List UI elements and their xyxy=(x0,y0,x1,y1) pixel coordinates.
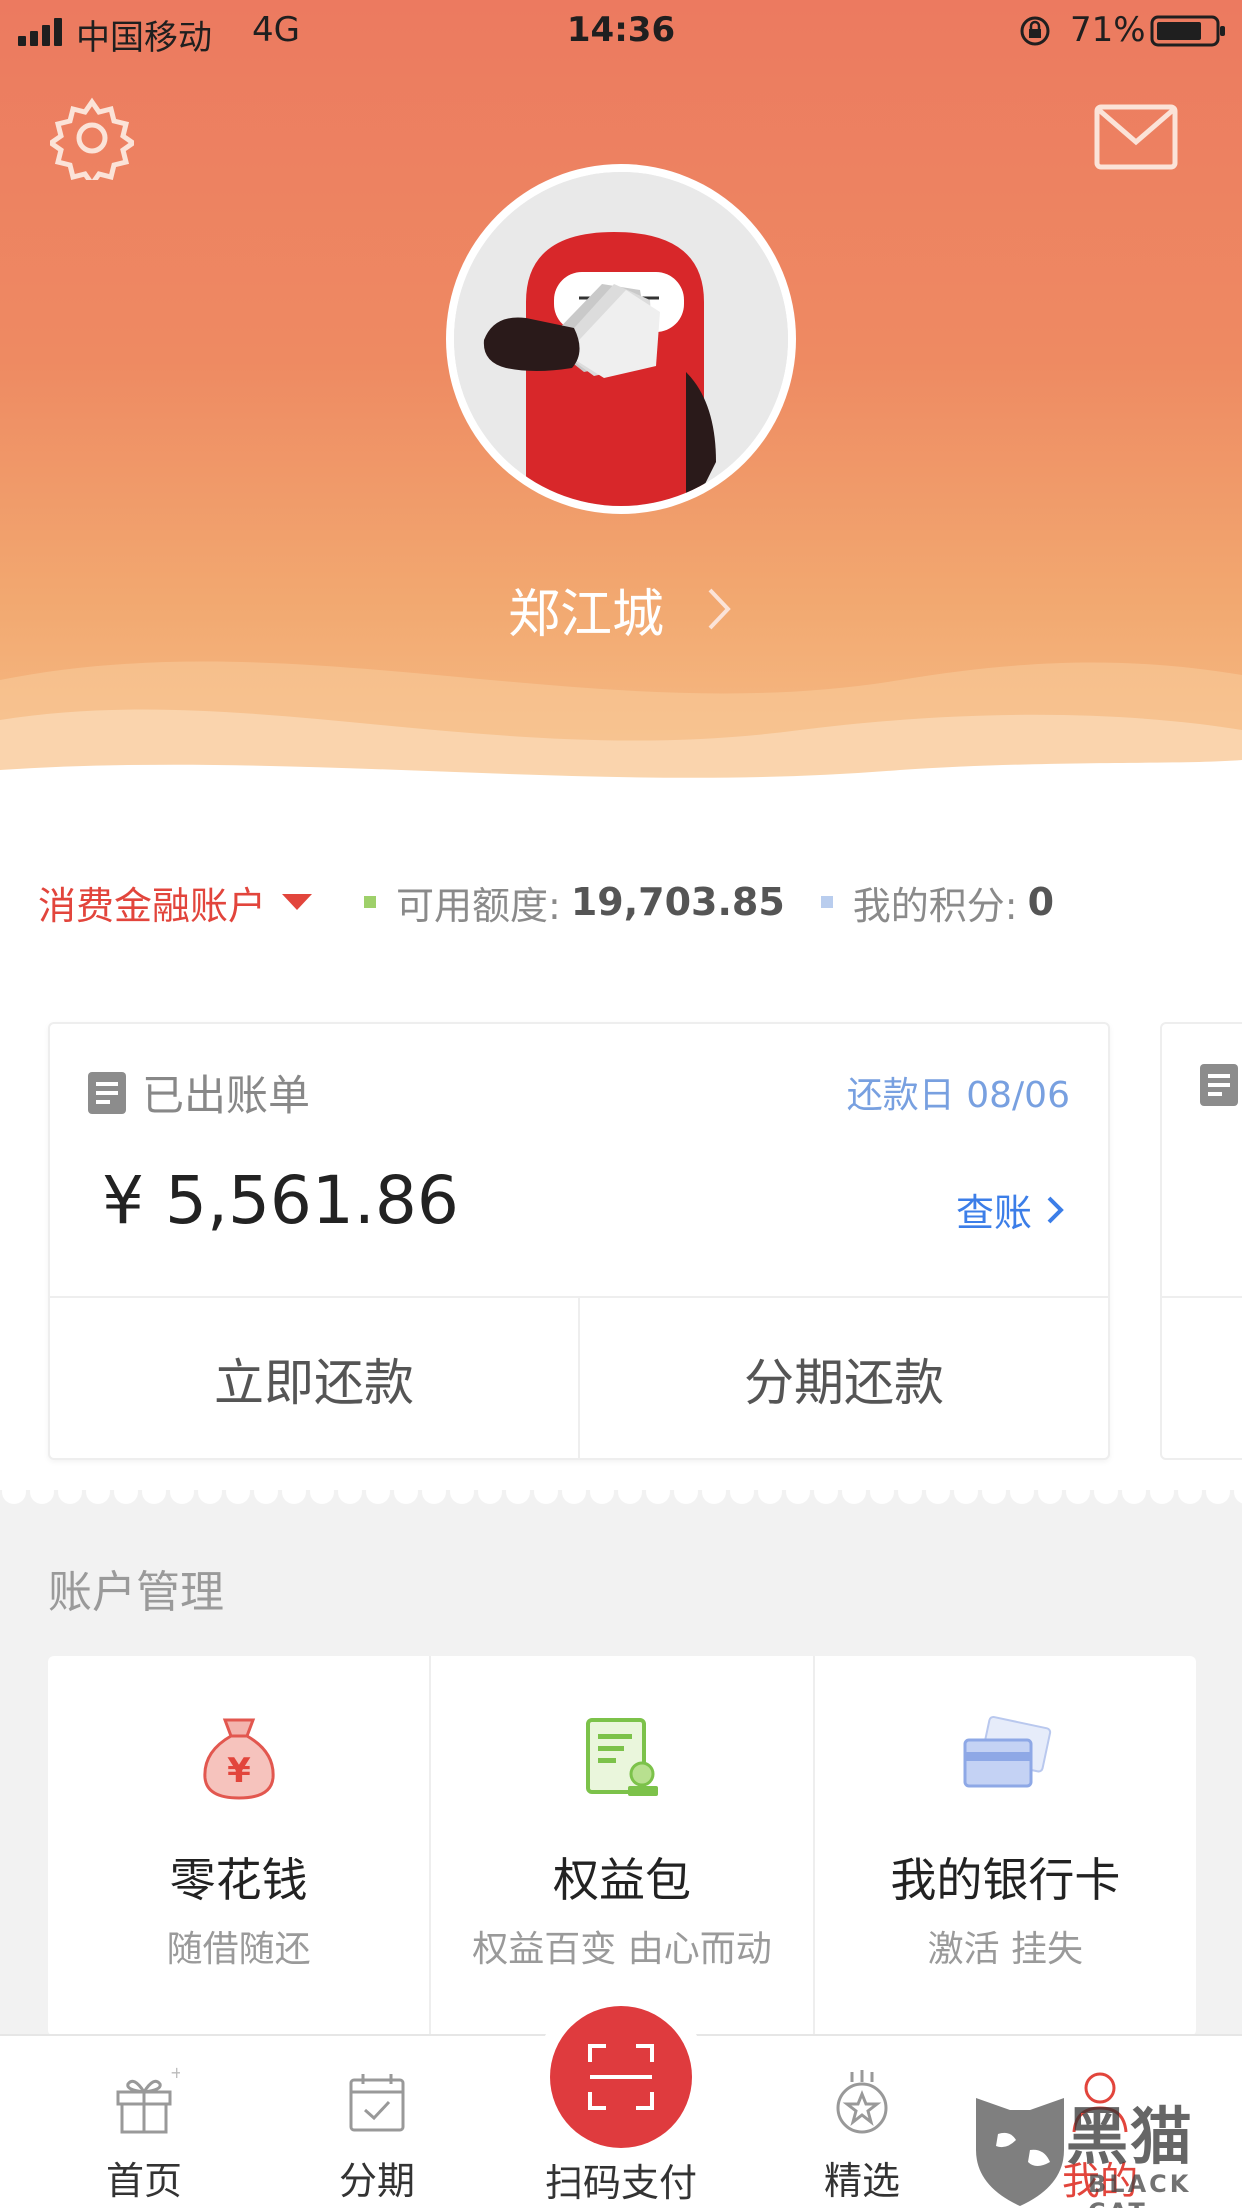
mascot-illustration xyxy=(454,172,788,506)
grid-item-label: 权益包 xyxy=(552,1853,691,1907)
benefit-doc-icon xyxy=(585,1718,658,1796)
bill-card[interactable]: 已出账单 还款日 08/06 ¥ 5,561.86 查账 立即还款 分期还款 xyxy=(48,1022,1110,1460)
bill-card-title: 已出账单 xyxy=(86,1062,310,1123)
next-card-peek[interactable] xyxy=(1160,1022,1242,1460)
settings-gear-icon[interactable] xyxy=(50,96,134,180)
watermark-subtext: BLACK CAT xyxy=(1088,2170,1192,2208)
username: 郑江城 xyxy=(507,584,664,645)
calendar-icon xyxy=(349,2074,405,2132)
grid-item-label: 零花钱 xyxy=(169,1853,308,1907)
bank-card-icon xyxy=(963,1715,1052,1788)
blackcat-shield-logo xyxy=(976,2098,1064,2206)
caret-down-icon[interactable] xyxy=(280,892,314,912)
status-bar: 中国移动 4G 14:36 71% xyxy=(0,0,1242,62)
available-credit-label: 可用额度: xyxy=(396,883,561,928)
avatar-image xyxy=(454,172,788,506)
blackcat-watermark: 黑猫 BLACK CAT xyxy=(970,2090,1242,2208)
account-management-grid: ¥ 零花钱 随借随还 权益包 权益百变 由心而动 我的银行卡 激活 挂失 xyxy=(48,1656,1196,2036)
chevron-right-icon xyxy=(708,588,731,630)
due-date: 还款日 08/06 xyxy=(846,1075,1070,1116)
chevron-right-icon xyxy=(1047,1196,1064,1223)
tab-scan-pay[interactable] xyxy=(550,2006,692,2148)
points-value: 0 xyxy=(1027,880,1055,924)
installment-repay-button[interactable]: 分期还款 xyxy=(578,1298,1108,1460)
battery-icon xyxy=(1150,15,1225,47)
points-label: 我的积分: xyxy=(852,883,1018,928)
bill-amount: ¥ 5,561.86 xyxy=(102,1162,459,1239)
battery-percent: 71% xyxy=(1070,10,1146,50)
clock: 14:36 xyxy=(566,10,676,50)
grid-item-subtitle: 激活 挂失 xyxy=(927,1929,1084,1970)
bill-document-icon xyxy=(88,1071,126,1114)
grid-item-subtitle: 随借随还 xyxy=(166,1929,311,1970)
scan-pay-label: 扫码支付 xyxy=(544,2161,697,2205)
account-type-selector[interactable]: 消费金融账户 xyxy=(38,875,266,930)
bill-document-icon xyxy=(1200,1064,1238,1106)
svg-text:¥: ¥ xyxy=(227,1751,251,1791)
check-bill-label: 查账 xyxy=(955,1191,1032,1235)
header-wave-decoration xyxy=(0,661,1242,800)
avatar[interactable] xyxy=(446,164,796,514)
tab-label: 分期 xyxy=(338,2159,415,2203)
tab-label: 精选 xyxy=(823,2159,900,2203)
mail-icon[interactable] xyxy=(1094,104,1178,170)
rotation-lock-icon xyxy=(1020,16,1050,46)
grid-item-subtitle: 权益百变 由心而动 xyxy=(472,1929,772,1970)
account-summary-bar: 消费金融账户 可用额度: 19,703.85 我的积分: 0 xyxy=(38,872,1218,932)
bill-actions: 立即还款 分期还款 xyxy=(50,1296,1108,1460)
divider xyxy=(1162,1296,1242,1298)
grid-item-label: 我的银行卡 xyxy=(890,1853,1121,1907)
money-bag-icon: ¥ xyxy=(203,1718,275,1800)
bill-title-text: 已出账单 xyxy=(142,1071,311,1120)
grid-item-benefit-pack[interactable]: 权益包 权益百变 由心而动 xyxy=(429,1656,812,2036)
available-credit-value: 19,703.85 xyxy=(570,880,785,924)
tab-installment[interactable]: 分期 xyxy=(287,2066,467,2205)
tab-home[interactable]: + 首页 xyxy=(54,2066,234,2205)
star-badge-icon xyxy=(836,2070,888,2134)
points-dot-icon xyxy=(820,896,833,908)
grid-item-pocket-money[interactable]: ¥ 零花钱 随借随还 xyxy=(48,1656,429,2036)
scan-icon xyxy=(588,2044,654,2110)
tab-featured[interactable]: 精选 xyxy=(772,2066,952,2205)
check-bill-link[interactable]: 查账 xyxy=(956,1182,1064,1237)
scallop-edge-decoration xyxy=(0,1490,1242,1514)
credit-dot-icon xyxy=(364,896,377,908)
tab-label: 首页 xyxy=(105,2159,182,2203)
repay-now-button[interactable]: 立即还款 xyxy=(50,1298,578,1460)
svg-text:+: + xyxy=(170,2066,180,2082)
gift-icon: + xyxy=(116,2066,180,2134)
watermark-text: 黑猫 xyxy=(1066,2100,1195,2173)
grid-item-bank-card[interactable]: 我的银行卡 激活 挂失 xyxy=(812,1656,1196,2036)
section-title: 账户管理 xyxy=(48,1567,224,1618)
profile-header: 中国移动 4G 14:36 71% 郑江城 xyxy=(0,0,1242,800)
username-row[interactable]: 郑江城 xyxy=(0,574,1242,645)
